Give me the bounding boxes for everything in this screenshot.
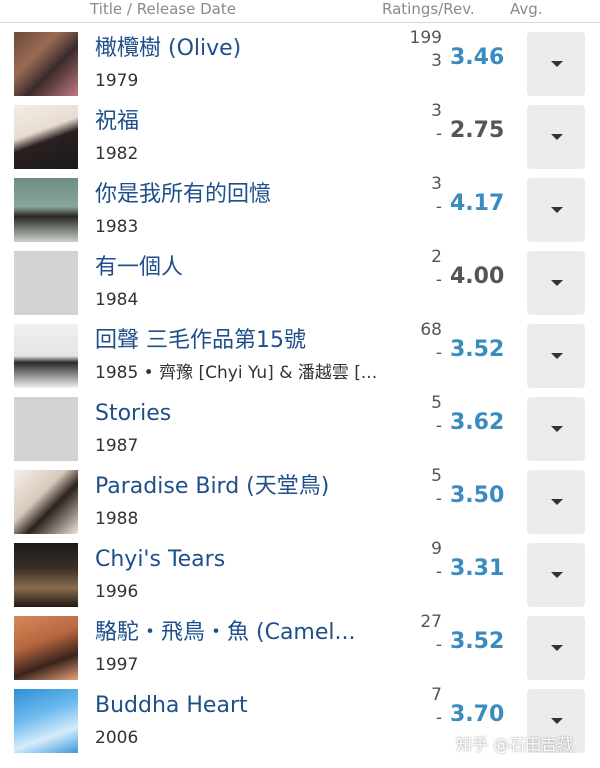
release-date-and-artists: 1985 • 齊豫 [Chyi Yu] & 潘越雲 [... (95, 363, 378, 383)
album-title-link[interactable]: Stories (95, 400, 385, 428)
average-rating: 3.70 (450, 702, 505, 727)
album-options-button[interactable] (527, 105, 585, 169)
album-options-button[interactable] (527, 616, 585, 680)
reviews-count: - (435, 124, 442, 144)
album-row: 橄欖樹 (Olive) 1979 199 3 3.46 (0, 23, 600, 96)
release-date: 1987 (95, 436, 139, 456)
album-title-link[interactable]: Chyi's Tears (95, 546, 385, 574)
album-options-button[interactable] (527, 543, 585, 607)
ratings-count: 9 (431, 539, 442, 559)
album-title-link[interactable]: 回聲 三毛作品第15號 (95, 327, 385, 355)
title-release-date-header[interactable]: Title / Release Date (90, 0, 236, 18)
release-date: 1997 (95, 655, 139, 675)
reviews-count: - (435, 416, 442, 436)
ratings-count: 199 (409, 28, 442, 48)
table-header: Title / Release Date Ratings/Rev. Avg. (0, 0, 600, 23)
release-date: 1984 (95, 290, 139, 310)
ratings-count: 3 (431, 101, 442, 121)
reviews-count: - (435, 343, 442, 363)
album-title-link[interactable]: 有一個人 (95, 254, 385, 282)
ratings-count: 5 (431, 466, 442, 486)
ratings-reviews-header[interactable]: Ratings/Rev. (382, 0, 475, 18)
release-date: 1996 (95, 582, 139, 602)
average-rating: 3.31 (450, 556, 505, 581)
average-rating: 4.17 (450, 191, 505, 216)
album-cover[interactable] (14, 32, 78, 96)
album-options-button[interactable] (527, 251, 585, 315)
average-rating: 3.52 (450, 337, 505, 362)
album-title-link[interactable]: 橄欖樹 (Olive) (95, 35, 385, 63)
average-rating: 2.75 (450, 118, 505, 143)
reviews-count: - (435, 270, 442, 290)
album-options-button[interactable] (527, 470, 585, 534)
album-row: 回聲 三毛作品第15號 1985 • 齊豫 [Chyi Yu] & 潘越雲 [.… (0, 315, 600, 388)
caret-down-icon (551, 207, 563, 213)
ratings-count: 2 (431, 247, 442, 267)
album-cover[interactable] (14, 105, 78, 169)
album-options-button[interactable] (527, 32, 585, 96)
release-date: 1979 (95, 71, 139, 91)
caret-down-icon (551, 61, 563, 67)
album-options-button[interactable] (527, 324, 585, 388)
reviews-count: - (435, 708, 442, 728)
ratings-count: 68 (420, 320, 442, 340)
average-rating: 3.50 (450, 483, 505, 508)
ratings-count: 5 (431, 393, 442, 413)
caret-down-icon (551, 280, 563, 286)
album-options-button[interactable] (527, 178, 585, 242)
release-date: 1982 (95, 144, 139, 164)
caret-down-icon (551, 718, 563, 724)
reviews-count: - (435, 635, 442, 655)
reviews-count: - (435, 197, 442, 217)
album-title-link[interactable]: 駱駝・飛鳥・魚 (Camel... (95, 619, 385, 647)
album-cover[interactable] (14, 616, 78, 680)
album-options-button[interactable] (527, 397, 585, 461)
average-rating: 3.62 (450, 410, 505, 435)
average-header[interactable]: Avg. (510, 0, 543, 18)
album-row: Chyi's Tears 1996 9 - 3.31 (0, 534, 600, 607)
album-row: Paradise Bird (天堂鳥) 1988 5 - 3.50 (0, 461, 600, 534)
album-row: 祝福 1982 3 - 2.75 (0, 96, 600, 169)
album-row: Stories 1987 5 - 3.62 (0, 388, 600, 461)
album-title-link[interactable]: Buddha Heart (95, 692, 385, 720)
album-cover[interactable] (14, 470, 78, 534)
watermark: 知乎 @石田吉藏 (456, 735, 574, 754)
average-rating: 3.52 (450, 629, 505, 654)
album-title-link[interactable]: 你是我所有的回憶 (95, 181, 385, 209)
album-cover-placeholder[interactable] (14, 251, 78, 315)
album-title-link[interactable]: Paradise Bird (天堂鳥) (95, 473, 385, 501)
average-rating: 3.46 (450, 45, 505, 70)
caret-down-icon (551, 645, 563, 651)
album-cover[interactable] (14, 543, 78, 607)
ratings-count: 27 (420, 612, 442, 632)
caret-down-icon (551, 426, 563, 432)
reviews-count: 3 (431, 51, 442, 71)
release-date: 1983 (95, 217, 139, 237)
album-row: 有一個人 1984 2 - 4.00 (0, 242, 600, 315)
ratings-count: 7 (431, 685, 442, 705)
release-date: 2006 (95, 728, 139, 748)
album-row: 駱駝・飛鳥・魚 (Camel... 1997 27 - 3.52 (0, 607, 600, 680)
album-cover[interactable] (14, 324, 78, 388)
album-row: 你是我所有的回憶 1983 3 - 4.17 (0, 169, 600, 242)
caret-down-icon (551, 499, 563, 505)
album-cover-placeholder[interactable] (14, 397, 78, 461)
album-cover[interactable] (14, 178, 78, 242)
reviews-count: - (435, 562, 442, 582)
average-rating: 4.00 (450, 264, 505, 289)
album-cover[interactable] (14, 689, 78, 753)
ratings-count: 3 (431, 174, 442, 194)
caret-down-icon (551, 572, 563, 578)
album-title-link[interactable]: 祝福 (95, 108, 385, 136)
caret-down-icon (551, 134, 563, 140)
caret-down-icon (551, 353, 563, 359)
release-date: 1988 (95, 509, 139, 529)
reviews-count: - (435, 489, 442, 509)
